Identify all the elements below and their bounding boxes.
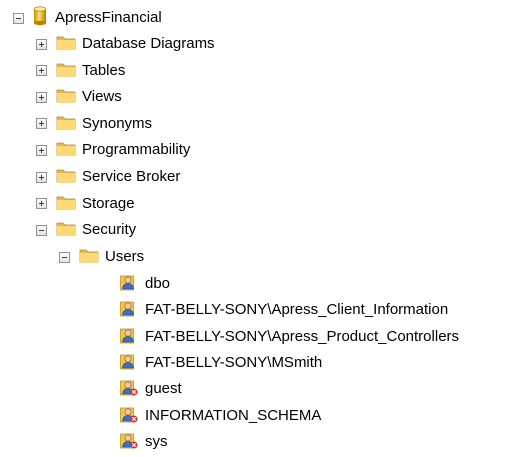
folder-icon bbox=[56, 61, 76, 81]
tree-node-user-guest[interactable]: guest bbox=[120, 377, 182, 401]
object-explorer-tree: ApressFinancial Database Diagrams Tables V… bbox=[0, 0, 513, 457]
database-icon bbox=[33, 6, 47, 30]
tree-node-security[interactable]: Security bbox=[36, 218, 136, 242]
tree-node-label: FAT-BELLY-SONY\Apress_Client_Information bbox=[145, 301, 449, 319]
tree-node-label: Security bbox=[82, 221, 137, 239]
tree-node-label: Tables bbox=[82, 61, 126, 79]
folder-icon bbox=[56, 140, 76, 160]
tree-node-tables[interactable]: Tables bbox=[36, 59, 125, 83]
folder-icon bbox=[79, 247, 99, 267]
tree-node-label: dbo bbox=[145, 275, 171, 292]
tree-node-label: Programmability bbox=[82, 141, 191, 159]
tree-node-apressfinancial[interactable]: ApressFinancial bbox=[13, 6, 162, 30]
tree-node-label: Synonyms bbox=[82, 114, 153, 132]
tree-node-label: ApressFinancial bbox=[55, 9, 162, 26]
tree-node-user-fat-belly-sony-apress-product-controllers[interactable]: FAT-BELLY-SONY\Apress_Product_Controller… bbox=[120, 325, 459, 349]
tree-node-storage[interactable]: Storage bbox=[36, 192, 135, 216]
expand-toggle[interactable] bbox=[36, 65, 47, 77]
tree-node-synonyms[interactable]: Synonyms bbox=[36, 112, 152, 136]
expand-toggle[interactable] bbox=[36, 171, 47, 183]
expand-toggle[interactable] bbox=[36, 38, 47, 50]
tree-node-programmability[interactable]: Programmability bbox=[36, 138, 190, 162]
collapse-toggle[interactable] bbox=[59, 251, 70, 263]
expand-toggle[interactable] bbox=[36, 198, 47, 210]
tree-node-label: guest bbox=[145, 380, 182, 398]
folder-icon bbox=[56, 194, 76, 214]
tree-node-user-fat-belly-sony-msmith[interactable]: FAT-BELLY-SONY\MSmith bbox=[120, 351, 322, 375]
tree-node-service-broker[interactable]: Service Broker bbox=[36, 165, 180, 189]
user-icon bbox=[120, 273, 138, 295]
tree-node-user-sys[interactable]: sys bbox=[120, 430, 168, 454]
tree-node-user-information-schema[interactable]: INFORMATION_SCHEMA bbox=[120, 404, 321, 428]
user-icon bbox=[120, 299, 138, 321]
collapse-toggle[interactable] bbox=[13, 12, 24, 24]
tree-node-label: Storage bbox=[82, 194, 135, 212]
tree-node-user-fat-belly-sony-apress-client-information[interactable]: FAT-BELLY-SONY\Apress_Client_Information bbox=[120, 298, 448, 322]
user-disabled-icon bbox=[120, 405, 138, 427]
tree-node-label: Service Broker bbox=[82, 168, 181, 185]
user-disabled-icon bbox=[120, 378, 138, 400]
tree-node-user-dbo[interactable]: dbo bbox=[120, 272, 170, 296]
collapse-toggle[interactable] bbox=[36, 224, 47, 236]
tree-node-label: Database Diagrams bbox=[82, 35, 215, 52]
user-icon bbox=[120, 352, 138, 374]
user-disabled-icon bbox=[120, 431, 138, 453]
tree-node-users[interactable]: Users bbox=[59, 245, 144, 269]
tree-node-views[interactable]: Views bbox=[36, 85, 122, 109]
expand-toggle[interactable] bbox=[36, 144, 47, 156]
expand-toggle[interactable] bbox=[36, 118, 47, 130]
tree-node-label: sys bbox=[145, 432, 168, 450]
folder-icon bbox=[56, 34, 76, 54]
tree-node-label: Users bbox=[105, 248, 145, 265]
folder-icon bbox=[56, 114, 76, 134]
tree-node-database-diagrams[interactable]: Database Diagrams bbox=[36, 32, 215, 56]
tree-node-label: FAT-BELLY-SONY\Apress_Product_Controller… bbox=[145, 327, 460, 345]
tree-node-label: FAT-BELLY-SONY\MSmith bbox=[145, 353, 323, 371]
tree-node-label: INFORMATION_SCHEMA bbox=[145, 406, 322, 424]
user-icon bbox=[120, 326, 138, 348]
folder-icon bbox=[56, 220, 76, 240]
expand-toggle[interactable] bbox=[36, 91, 47, 103]
folder-icon bbox=[56, 167, 76, 187]
folder-icon bbox=[56, 87, 76, 107]
tree-node-label: Views bbox=[82, 88, 122, 106]
